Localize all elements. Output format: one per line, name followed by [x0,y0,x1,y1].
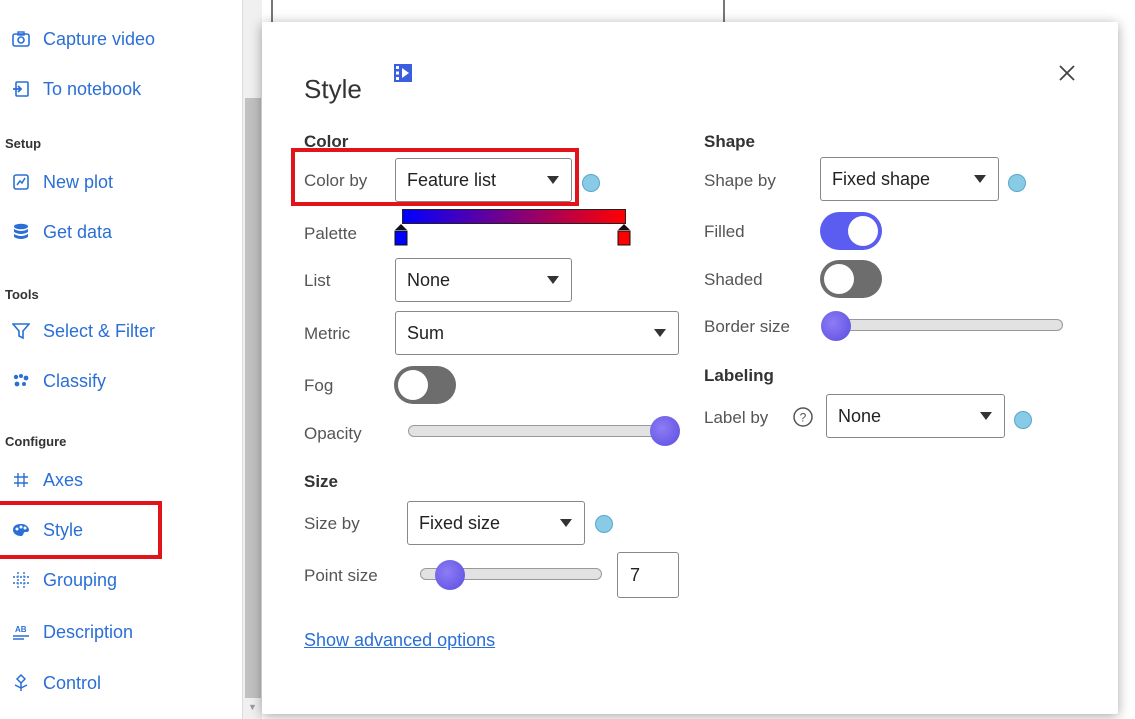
border-size-slider-track[interactable] [827,319,1063,331]
palette-start-handle[interactable] [394,224,408,251]
point-size-input[interactable]: 7 [617,552,679,598]
sidebar-item-select-filter[interactable]: Select & Filter [10,320,155,342]
size-by-info-dot[interactable] [595,515,613,533]
size-by-label: Size by [304,514,360,533]
sidebar-item-classify[interactable]: Classify [10,370,106,392]
classify-icon [10,370,32,392]
filled-label: Filled [704,222,745,241]
label-by-info-dot[interactable] [1014,411,1032,429]
list-label: List [304,271,331,290]
description-icon: AB [10,621,32,643]
scroll-down-arrow-icon[interactable]: ▼ [248,702,257,712]
toggle-knob [848,216,878,246]
sidebar-item-label: Classify [43,370,107,391]
shape-section-heading: Shape [704,132,756,151]
sidebar-item-label: Select & Filter [43,320,156,341]
grouping-icon [10,569,32,591]
sidebar-item-label: New plot [43,171,114,192]
svg-text:?: ? [800,411,807,425]
toggle-knob [398,370,428,400]
label-by-select[interactable]: None [826,394,1005,438]
sidebar-heading-setup: Setup [5,136,42,151]
metric-select[interactable]: Sum [395,311,679,355]
shape-by-select[interactable]: Fixed shape [820,157,999,201]
fog-toggle[interactable] [394,366,456,404]
palette-end-handle[interactable] [617,224,631,251]
chevron-down-icon [980,412,992,420]
style-highlight-box [0,501,162,559]
database-icon [10,221,32,243]
chevron-down-icon [547,276,559,284]
scrollbar-thumb[interactable] [245,98,261,698]
border-size-slider-thumb[interactable] [821,311,851,341]
dialog-title: Style [304,74,362,104]
notebook-export-icon [10,78,32,100]
sidebar-item-grouping[interactable]: Grouping [10,569,117,591]
plot-border-line [271,0,273,22]
shaded-label: Shaded [704,270,763,289]
sidebar-item-label: To notebook [43,78,142,99]
sidebar-item-label: Get data [43,221,113,242]
list-select[interactable]: None [395,258,572,302]
shape-by-info-dot[interactable] [1008,174,1026,192]
border-size-label: Border size [704,317,790,336]
sidebar-item-to-notebook[interactable]: To notebook [10,78,141,100]
chevron-down-icon [560,519,572,527]
sidebar-item-get-data[interactable]: Get data [10,221,112,243]
plot-border-line [723,0,725,22]
palette-label: Palette [304,224,357,243]
grid-icon [10,469,32,491]
show-advanced-options-link[interactable]: Show advanced options [304,630,495,651]
new-plot-icon [10,171,32,193]
opacity-label: Opacity [304,424,362,443]
opacity-slider-thumb[interactable] [650,416,680,446]
palette-gradient-bar[interactable] [402,209,626,224]
label-by-value: None [838,405,882,426]
shaded-toggle[interactable] [820,260,882,298]
color-by-info-dot[interactable] [582,174,600,192]
size-by-value: Fixed size [419,512,501,533]
shape-by-value: Fixed shape [832,168,931,189]
toggle-knob [824,264,854,294]
shape-by-label: Shape by [704,171,776,190]
sidebar-item-axes[interactable]: Axes [10,469,83,491]
sidebar: Capture video To notebook Setup New plot… [0,0,242,719]
labeling-section-heading: Labeling [704,366,774,385]
sidebar-item-control[interactable]: Control [10,672,101,694]
sidebar-heading-tools: Tools [5,287,39,302]
sidebar-item-label: Axes [43,469,84,490]
color-by-highlight-box [291,148,579,206]
style-dialog: Style Color Color by Feature list Palett… [262,22,1118,714]
sidebar-item-new-plot[interactable]: New plot [10,171,113,193]
point-size-slider-thumb[interactable] [435,560,465,590]
metric-value: Sum [407,322,445,343]
sidebar-item-capture-video[interactable]: Capture video [10,28,155,50]
filled-toggle[interactable] [820,212,882,250]
point-size-label: Point size [304,566,378,585]
metric-label: Metric [304,324,351,343]
camera-icon [10,28,32,50]
opacity-slider-track[interactable] [408,425,674,437]
filter-icon [10,320,32,342]
list-value: None [407,269,451,290]
chevron-down-icon [654,329,666,337]
control-icon [10,672,32,694]
sidebar-heading-configure: Configure [5,434,67,449]
label-by-label: Label by [704,408,769,427]
size-by-select[interactable]: Fixed size [407,501,585,545]
fog-label: Fog [304,376,334,395]
close-icon[interactable] [1058,64,1076,87]
video-icon[interactable] [394,64,412,87]
sidebar-item-label: Capture video [43,28,156,49]
sidebar-scrollbar[interactable]: ▼ [242,0,262,719]
sidebar-item-label: Grouping [43,569,118,590]
sidebar-item-label: Description [43,621,134,642]
sidebar-item-label: Control [43,672,102,693]
help-icon[interactable]: ? [792,406,814,433]
sidebar-item-description[interactable]: AB Description [10,621,133,643]
svg-text:AB: AB [15,625,27,634]
size-section-heading: Size [304,472,339,491]
chevron-down-icon [974,175,986,183]
